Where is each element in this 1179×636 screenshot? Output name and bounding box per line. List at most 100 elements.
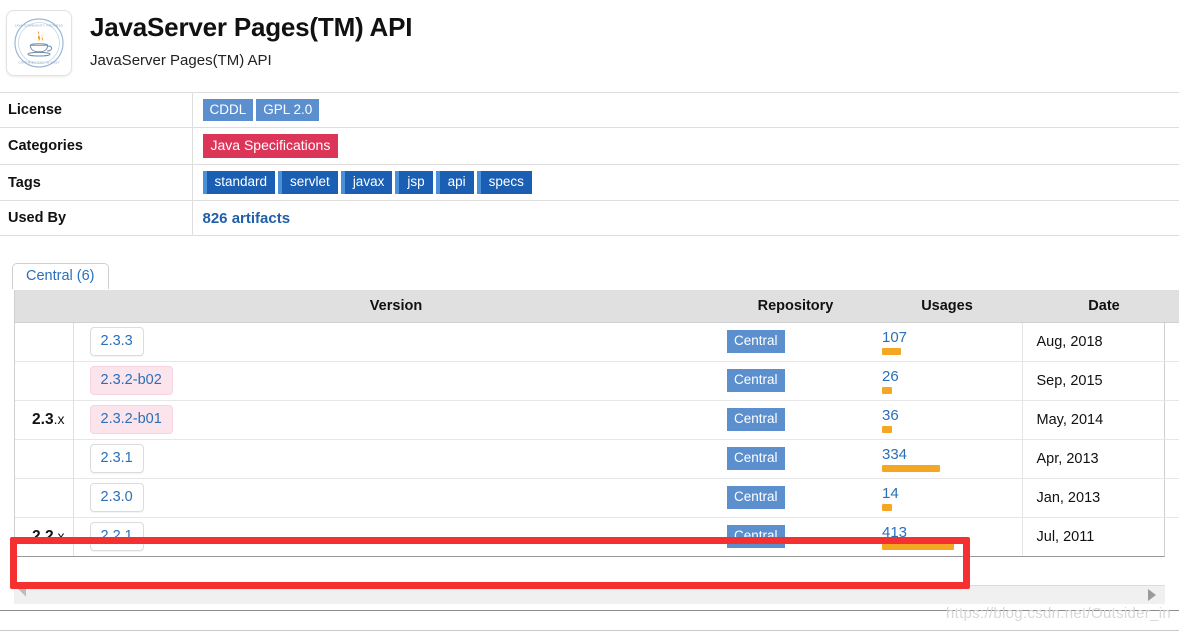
usages-cell: 36	[872, 399, 1022, 439]
release-date: May, 2014	[1021, 399, 1179, 439]
metadata-row-license: License CDDL GPL 2.0	[0, 92, 1179, 128]
version-cell: 2.3.3	[73, 322, 719, 361]
watermark-text: https://blog.csdn.net/Outsider_in	[945, 605, 1171, 622]
release-date: Sep, 2015	[1021, 360, 1179, 400]
tag-badge[interactable]: javax	[340, 171, 393, 194]
category-badge-list: Java Specifications	[202, 134, 1170, 158]
tag-badge-list: standard servlet javax jsp api specs	[202, 171, 1170, 194]
column-header-group	[15, 290, 73, 323]
versions-table-body: 2.3.3 Central 107 Aug, 2018 2.3.2-b02 Central…	[15, 322, 1179, 556]
used-by-artifacts-link[interactable]: 826 artifacts	[203, 210, 291, 227]
page-subtitle: JavaServer Pages(TM) API	[90, 52, 272, 69]
repository-cell: Central	[719, 322, 872, 361]
usages-count-link[interactable]: 14	[882, 485, 1016, 502]
version-cell: 2.3.2-b01	[73, 399, 719, 439]
metadata-row-tags: Tags standard servlet javax jsp api spec…	[0, 164, 1179, 201]
table-row: 2.3.3 Central 107 Aug, 2018	[15, 322, 1179, 361]
tag-badge[interactable]: specs	[476, 171, 532, 194]
version-group-label	[15, 438, 74, 478]
table-row: 2.2.x 2.2.1 Central 413 Jul, 2011	[15, 516, 1179, 556]
tag-badge[interactable]: api	[435, 171, 474, 194]
column-header-version: Version	[73, 290, 719, 323]
page-title: JavaServer Pages(TM) API	[90, 12, 413, 42]
repository-badge[interactable]: Central	[727, 486, 785, 509]
footer-divider-bottom	[0, 630, 1179, 631]
tag-badge[interactable]: servlet	[278, 171, 338, 194]
usages-cell: 14	[872, 477, 1022, 517]
version-cell: 2.3.0	[73, 477, 719, 517]
version-link[interactable]: 2.2.1	[89, 522, 144, 552]
table-row: 2.3.1 Central 334 Apr, 2013	[15, 438, 1179, 478]
release-date: Apr, 2013	[1021, 438, 1179, 478]
metadata-value-license: CDDL GPL 2.0	[192, 93, 1179, 128]
repository-cell: Central	[719, 477, 872, 517]
usages-bar	[882, 347, 901, 355]
version-link[interactable]: 2.3.2-b01	[89, 405, 173, 434]
version-group-label	[15, 322, 74, 361]
versions-table: Version Repository Usages Date 2.3.3 Cent…	[15, 290, 1179, 556]
metadata-row-categories: Categories Java Specifications	[0, 127, 1179, 165]
usages-cell: 26	[872, 360, 1022, 400]
license-badge-list: CDDL GPL 2.0	[202, 99, 1170, 121]
usages-count-link[interactable]: 36	[882, 407, 1016, 424]
metadata-value-used-by: 826 artifacts	[192, 201, 1179, 236]
repository-cell: Central	[719, 399, 872, 439]
version-group-major: 2.3	[32, 410, 54, 428]
version-group-major: 2.2	[32, 527, 54, 545]
usages-cell: 107	[872, 322, 1022, 361]
column-header-repository: Repository	[719, 290, 872, 323]
versions-panel: Version Repository Usages Date 2.3.3 Cent…	[14, 290, 1179, 557]
usages-bar	[882, 386, 892, 394]
metadata-value-categories: Java Specifications	[192, 128, 1179, 165]
page-root: JAVA COMMUNITY PROCESS CONTRIBUTING IS E…	[0, 0, 1179, 636]
metadata-label-tags: Tags	[0, 164, 193, 201]
repository-cell: Central	[719, 516, 872, 556]
tab-central[interactable]: Central (6)	[12, 263, 109, 289]
table-row: 2.3.2-b02 Central 26 Sep, 2015	[15, 360, 1179, 400]
usages-bar	[882, 464, 940, 472]
repository-cell: Central	[719, 438, 872, 478]
version-cell: 2.3.2-b02	[73, 360, 719, 400]
category-badge[interactable]: Java Specifications	[202, 134, 339, 158]
tab-underline	[12, 289, 1165, 290]
repository-badge[interactable]: Central	[727, 330, 785, 353]
tag-badge[interactable]: standard	[202, 171, 276, 194]
usages-count-link[interactable]: 107	[882, 329, 1016, 346]
svg-text:CONTRIBUTING IS EASY: CONTRIBUTING IS EASY	[18, 61, 59, 65]
usages-count-link[interactable]: 413	[882, 524, 1016, 541]
usages-count-link[interactable]: 334	[882, 446, 1016, 463]
version-group-suffix: .x	[53, 527, 65, 544]
version-link[interactable]: 2.3.0	[89, 483, 144, 512]
version-link[interactable]: 2.3.3	[89, 327, 144, 356]
column-header-usages: Usages	[872, 290, 1022, 323]
usages-bar	[882, 542, 954, 550]
license-badge[interactable]: CDDL	[202, 99, 254, 121]
tag-badge[interactable]: jsp	[395, 171, 433, 194]
table-row: 2.3.0 Central 14 Jan, 2013	[15, 477, 1179, 517]
license-badge[interactable]: GPL 2.0	[256, 99, 320, 121]
repository-badge[interactable]: Central	[727, 525, 785, 549]
artifact-metadata-table: License CDDL GPL 2.0 Categories Java Spe…	[0, 92, 1179, 236]
chevron-right-icon[interactable]	[1148, 589, 1156, 601]
table-row: 2.3.x 2.3.2-b01 Central 36 May, 2014	[15, 399, 1179, 439]
repository-badge[interactable]: Central	[727, 447, 785, 470]
version-cell: 2.3.1	[73, 438, 719, 478]
usages-cell: 413	[872, 516, 1022, 556]
release-date: Jan, 2013	[1021, 477, 1179, 517]
version-group-label	[15, 360, 74, 400]
version-link[interactable]: 2.3.1	[89, 444, 144, 473]
metadata-label-categories: Categories	[0, 127, 193, 165]
horizontal-scrollbar[interactable]	[14, 585, 1165, 604]
repository-badge[interactable]: Central	[727, 408, 785, 431]
svg-text:JAVA COMMUNITY PROCESS: JAVA COMMUNITY PROCESS	[15, 23, 63, 27]
repository-cell: Central	[719, 360, 872, 400]
repository-tabs: Central (6)	[0, 262, 1179, 290]
usages-cell: 334	[872, 438, 1022, 478]
release-date: Aug, 2018	[1021, 322, 1179, 361]
usages-count-link[interactable]: 26	[882, 368, 1016, 385]
scrollbar-corner	[14, 585, 26, 597]
version-cell: 2.2.1	[73, 516, 719, 556]
versions-table-header-row: Version Repository Usages Date	[15, 290, 1179, 323]
version-link[interactable]: 2.3.2-b02	[89, 366, 173, 395]
repository-badge[interactable]: Central	[727, 369, 785, 392]
